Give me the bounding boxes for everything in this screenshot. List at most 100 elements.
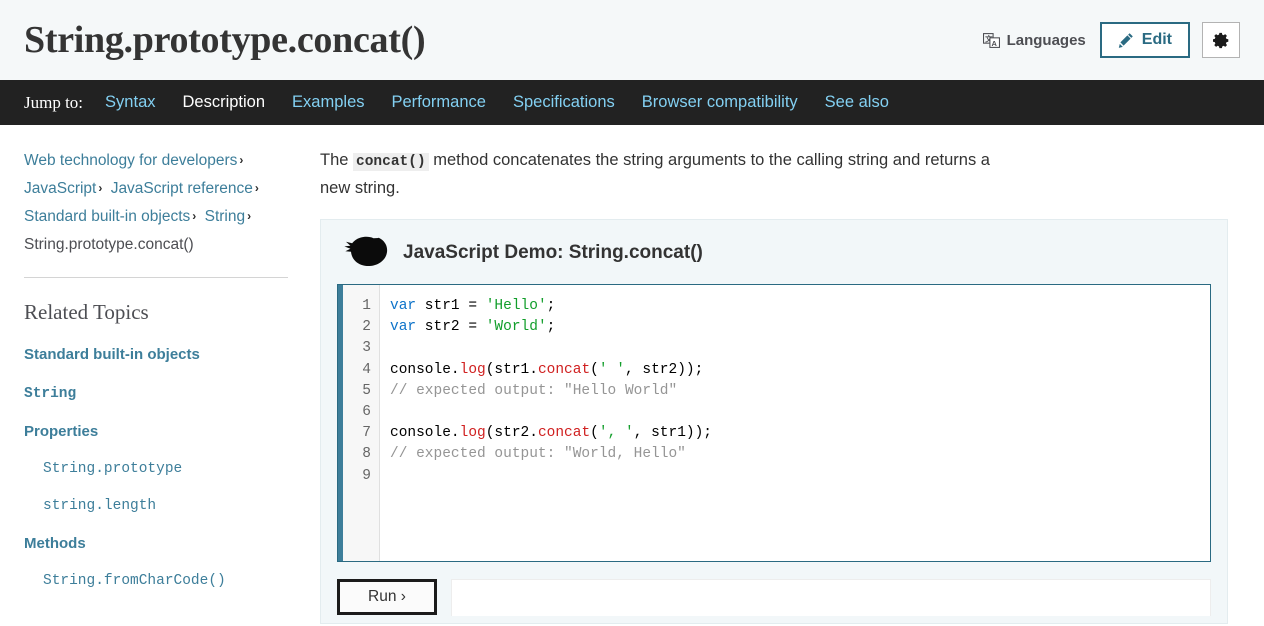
code-line: var str2 = 'World'; [390, 317, 1210, 338]
related-topics-list: Standard built-in objects String Propertie… [24, 346, 288, 589]
breadcrumb-separator-icon: › [239, 153, 244, 167]
code-token: str1 = [416, 298, 486, 314]
code-token: // expected output: "Hello World" [390, 382, 678, 399]
mdn-dino-icon [343, 236, 389, 270]
code-token: // expected output: "World, Hello" [390, 446, 686, 463]
sidebar-list-item: string.length [43, 496, 288, 514]
line-number: 6 [362, 404, 371, 421]
code-token: console. [390, 361, 460, 378]
jump-link-syntax[interactable]: Syntax [105, 93, 155, 111]
breadcrumb-item[interactable]: Standard built-in objects [24, 208, 190, 225]
run-button[interactable]: Run › [337, 579, 437, 615]
code-token: log [459, 361, 486, 378]
header-tools: 文 A Languages Edit [981, 22, 1240, 58]
translate-icon: 文 A [982, 32, 1000, 49]
settings-button[interactable] [1202, 22, 1240, 58]
jump-to-nav: Jump to: Syntax Description Examples Perfor… [0, 80, 1264, 125]
jump-link-specifications[interactable]: Specifications [513, 93, 615, 111]
line-number-gutter: 1 2 3 4 5 6 7 8 9 [343, 285, 380, 561]
breadcrumb-separator-icon: › [254, 181, 259, 195]
code-line: console.log(str2.concat(', ', str1)); [390, 423, 1210, 444]
code-token: , str2)); [624, 361, 704, 378]
code-editor[interactable]: 123456789 var str1 = 'Hello'; var str2 = … [337, 284, 1211, 562]
code-token: var [390, 319, 417, 336]
sidebar-list-item: Standard built-in objects [24, 346, 288, 363]
line-number: 5 [362, 382, 371, 399]
sidebar-link-properties[interactable]: Properties [24, 423, 98, 440]
demo-header: JavaScript Demo: String.concat() [337, 234, 1211, 284]
demo-title: JavaScript Demo: String.concat() [403, 242, 703, 263]
intro-paragraph: The concat() method concatenates the str… [320, 147, 1000, 201]
code-token: ', ' [598, 425, 634, 442]
line-number: 8 [362, 446, 371, 463]
code-line: // expected output: "Hello World" [390, 381, 1210, 402]
line-number: 2 [362, 319, 371, 336]
breadcrumb-item[interactable]: String [205, 208, 246, 225]
breadcrumb-item[interactable]: Web technology for developers [24, 152, 237, 169]
sidebar-link-standard-built-in-objects[interactable]: Standard built-in objects [24, 346, 200, 363]
jump-link-examples[interactable]: Examples [292, 93, 364, 111]
svg-text:A: A [991, 38, 997, 47]
code-token: 'Hello' [485, 298, 547, 314]
languages-button[interactable]: 文 A Languages [981, 28, 1088, 53]
line-number: 9 [362, 467, 371, 484]
sidebar-divider [24, 277, 288, 278]
breadcrumb-separator-icon: › [247, 209, 252, 223]
code-token: ; [546, 298, 556, 314]
code-token: concat [537, 361, 591, 378]
jump-link-browser-compatibility[interactable]: Browser compatibility [642, 93, 798, 111]
content-wrapper: Web technology for developers › JavaScript… [0, 125, 1264, 624]
breadcrumb-separator-icon: › [192, 209, 197, 223]
edit-button[interactable]: Edit [1099, 22, 1190, 58]
sidebar-list-item: String.fromCharCode() [43, 571, 288, 589]
breadcrumb-separator-icon: › [98, 181, 103, 195]
sidebar-link-string-prototype[interactable]: String.prototype [43, 461, 182, 477]
code-token: (str2. [485, 425, 538, 442]
line-number: 4 [362, 361, 371, 378]
code-token: console. [390, 425, 460, 442]
sidebar-link-string-fromcharcode[interactable]: String.fromCharCode() [43, 573, 226, 589]
code-token: ( [590, 425, 599, 442]
breadcrumb: Web technology for developers › JavaScript… [24, 147, 288, 259]
line-number: 7 [362, 425, 371, 442]
page-title: String.prototype.concat() [24, 19, 426, 61]
code-line: var str1 = 'Hello'; [390, 296, 1210, 317]
js-demo-panel: JavaScript Demo: String.concat() 1 2 3 4 5 6 7… [320, 219, 1228, 624]
jump-link-performance[interactable]: Performance [392, 93, 486, 111]
line-number: 1 [362, 298, 371, 314]
jump-link-description[interactable]: Description [183, 93, 266, 111]
gear-icon [1212, 32, 1230, 49]
code-token: ( [590, 361, 599, 378]
breadcrumb-item[interactable]: JavaScript [24, 180, 96, 197]
breadcrumb-item: String.prototype.concat() [24, 236, 194, 253]
code-token: ' ' [598, 361, 625, 378]
inline-code-concat: concat() [353, 153, 429, 171]
sidebar-list-item: String [24, 384, 288, 402]
sidebar-link-string[interactable]: String [24, 386, 76, 402]
jump-link-see-also[interactable]: See also [825, 93, 889, 111]
related-topics-heading: Related Topics [24, 300, 149, 324]
breadcrumb-item[interactable]: JavaScript reference [111, 180, 253, 197]
pencil-icon [1118, 32, 1134, 48]
code-token: var [390, 298, 417, 314]
page-header: String.prototype.concat() 文 A Languages … [0, 0, 1264, 80]
code-token: str2 = [416, 319, 486, 336]
jump-links-container: Syntax Description Examples Performance Spec… [105, 93, 916, 112]
languages-label: Languages [1006, 31, 1086, 49]
edit-label: Edit [1141, 31, 1172, 49]
code-token: log [459, 425, 486, 442]
code-token: ; [546, 319, 556, 336]
code-token: (str1. [485, 361, 538, 378]
code-text-area[interactable]: var str1 = 'Hello'; var str2 = 'World'; c… [380, 285, 1210, 561]
code-token: 'World' [485, 319, 547, 336]
run-row: Run › [337, 579, 1211, 623]
demo-output-pane [451, 579, 1211, 616]
jump-to-label: Jump to: [24, 92, 84, 112]
sidebar-link-methods[interactable]: Methods [24, 535, 86, 552]
sidebar: Web technology for developers › JavaScript… [0, 125, 312, 589]
sidebar-link-string-length[interactable]: string.length [43, 498, 156, 514]
code-line: console.log(str1.concat(' ', str2)); [390, 360, 1210, 381]
main-content: The concat() method concatenates the str… [312, 125, 1264, 624]
